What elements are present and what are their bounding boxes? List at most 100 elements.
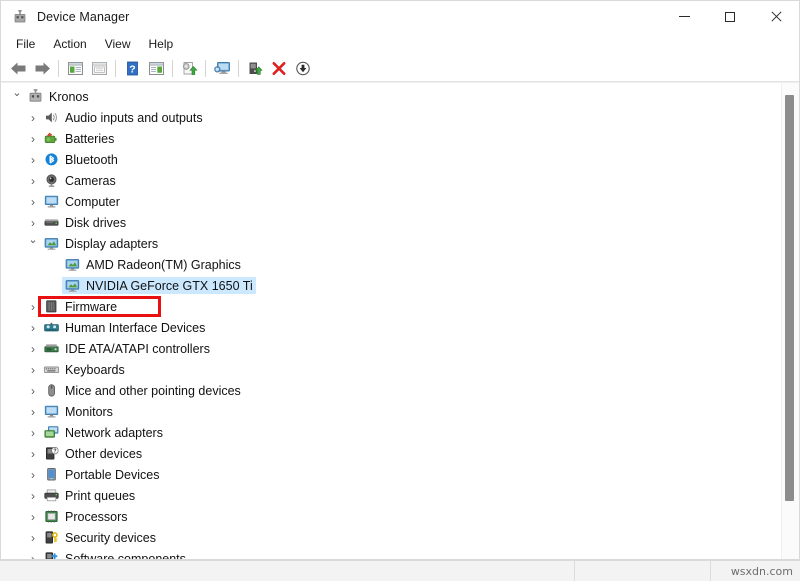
tree-item-content: Monitors xyxy=(41,403,116,420)
tree-item-content: Print queues xyxy=(41,487,138,504)
update-driver-button[interactable] xyxy=(177,57,201,79)
chevron-right-icon[interactable]: › xyxy=(25,196,41,208)
tree-item-firmware[interactable]: › Firmware xyxy=(1,296,782,317)
scan-hardware-changes-button[interactable] xyxy=(210,57,234,79)
maximize-button[interactable] xyxy=(707,1,753,32)
tree-item-content: Software components xyxy=(41,550,189,559)
tree-item-content: Computer xyxy=(41,193,123,210)
security-device-icon xyxy=(41,530,61,545)
chevron-right-icon[interactable]: › xyxy=(25,154,41,166)
tree-item-content: AMD Radeon(TM) Graphics xyxy=(62,256,244,273)
down-arrow-circle-icon xyxy=(295,61,311,76)
chevron-right-icon[interactable]: › xyxy=(25,469,41,481)
menu-file[interactable]: File xyxy=(7,34,44,54)
back-button[interactable] xyxy=(6,57,30,79)
tree-item-human-interface-devices[interactable]: ›Human Interface Devices xyxy=(1,317,782,338)
tree-item-print-queues[interactable]: › Print queues xyxy=(1,485,782,506)
show-hide-console-tree-button[interactable] xyxy=(63,57,87,79)
device-tree[interactable]: ⌄Kronos›Audio inputs and outputs›Batteri… xyxy=(1,83,782,559)
chevron-right-icon[interactable]: › xyxy=(25,448,41,460)
menu-action[interactable]: Action xyxy=(44,34,95,54)
chevron-right-icon[interactable]: › xyxy=(25,133,41,145)
tree-item-keyboards[interactable]: ›Keyboards xyxy=(1,359,782,380)
enable-device-icon xyxy=(246,61,264,76)
show-hide-action-pane-button[interactable] xyxy=(144,57,168,79)
title-bar: Device Manager xyxy=(1,1,799,32)
monitor-icon xyxy=(41,404,61,419)
chevron-right-icon[interactable]: › xyxy=(25,343,41,355)
tree-item-content: Display adapters xyxy=(41,235,161,252)
forward-button[interactable] xyxy=(30,57,54,79)
keyboard-icon xyxy=(41,362,61,377)
menu-help[interactable]: Help xyxy=(140,34,183,54)
tree-item-other-devices[interactable]: ›?Other devices xyxy=(1,443,782,464)
tree-item-mice-and-other-pointing-devices[interactable]: ›Mice and other pointing devices xyxy=(1,380,782,401)
tree-item-monitors[interactable]: ›Monitors xyxy=(1,401,782,422)
chevron-right-icon[interactable]: › xyxy=(25,175,41,187)
vertical-scrollbar[interactable] xyxy=(781,83,799,559)
chevron-right-icon[interactable]: › xyxy=(25,427,41,439)
title-bar-left: Device Manager xyxy=(1,9,129,25)
firmware-chip-icon xyxy=(41,299,61,314)
chevron-right-icon[interactable]: › xyxy=(25,112,41,124)
chevron-right-icon[interactable]: › xyxy=(25,490,41,502)
monitor-icon xyxy=(41,194,61,209)
chevron-right-icon[interactable]: › xyxy=(25,406,41,418)
tree-item-security-devices[interactable]: ›Security devices xyxy=(1,527,782,548)
network-adapter-icon xyxy=(41,425,61,440)
tree-item-label: Print queues xyxy=(61,489,135,503)
close-button[interactable] xyxy=(753,1,799,32)
tree-item-cameras[interactable]: ›Cameras xyxy=(1,170,782,191)
tree-item-kronos[interactable]: ⌄ Kronos xyxy=(1,86,782,107)
tree-item-label: IDE ATA/ATAPI controllers xyxy=(61,342,210,356)
tree-item-bluetooth[interactable]: ›Bluetooth xyxy=(1,149,782,170)
tree-item-processors[interactable]: ›Processors xyxy=(1,506,782,527)
tree-item-label: Portable Devices xyxy=(61,468,160,482)
tree-item-portable-devices[interactable]: › Portable Devices xyxy=(1,464,782,485)
chevron-down-icon[interactable]: ⌄ xyxy=(25,235,41,246)
tree-item-batteries[interactable]: › Batteries xyxy=(1,128,782,149)
tree-item-label: Kronos xyxy=(45,90,89,104)
tree-item-audio-inputs-and-outputs[interactable]: ›Audio inputs and outputs xyxy=(1,107,782,128)
chevron-right-icon[interactable]: › xyxy=(25,217,41,229)
tree-item-label: NVIDIA GeForce GTX 1650 Ti xyxy=(82,279,253,293)
tree-item-amd-radeon-graphics[interactable]: AMD Radeon(TM) Graphics xyxy=(1,254,782,275)
tree-item-nvidia-geforce-gtx-1650-ti[interactable]: NVIDIA GeForce GTX 1650 Ti xyxy=(1,275,782,296)
toolbar-separator xyxy=(58,60,59,77)
tree-item-label: Firmware xyxy=(61,300,117,314)
tree-item-label: Other devices xyxy=(61,447,142,461)
chevron-right-icon[interactable]: › xyxy=(25,532,41,544)
chevron-right-icon[interactable]: › xyxy=(25,511,41,523)
battery-icon xyxy=(41,131,61,146)
computer-tower-icon xyxy=(25,89,45,104)
minimize-button[interactable] xyxy=(661,1,707,32)
tree-item-computer[interactable]: ›Computer xyxy=(1,191,782,212)
tree-item-network-adapters[interactable]: ›Network adapters xyxy=(1,422,782,443)
ide-controller-icon xyxy=(41,341,61,356)
toolbar-separator xyxy=(238,60,239,77)
uninstall-device-button[interactable] xyxy=(267,57,291,79)
chevron-right-icon[interactable]: › xyxy=(25,385,41,397)
tree-item-ide-ata-atapi-controllers[interactable]: › IDE ATA/ATAPI controllers xyxy=(1,338,782,359)
help-button[interactable]: ? xyxy=(120,57,144,79)
disable-device-button[interactable] xyxy=(291,57,315,79)
menu-view[interactable]: View xyxy=(96,34,140,54)
tree-item-content: NVIDIA GeForce GTX 1650 Ti xyxy=(62,277,256,294)
update-driver-icon xyxy=(180,61,198,76)
tree-item-label: Disk drives xyxy=(61,216,126,230)
tree-item-disk-drives[interactable]: › Disk drives xyxy=(1,212,782,233)
enable-device-button[interactable] xyxy=(243,57,267,79)
chevron-right-icon[interactable]: › xyxy=(25,553,41,560)
other-device-icon: ? xyxy=(41,446,61,461)
chevron-right-icon[interactable]: › xyxy=(25,364,41,376)
properties-button[interactable] xyxy=(87,57,111,79)
tree-item-software-components[interactable]: ›Software components xyxy=(1,548,782,559)
tree-item-content: Kronos xyxy=(25,88,92,105)
chevron-down-icon[interactable]: ⌄ xyxy=(9,88,25,99)
chevron-right-icon[interactable]: › xyxy=(25,301,41,313)
chevron-right-icon[interactable]: › xyxy=(25,322,41,334)
scrollbar-thumb[interactable] xyxy=(785,95,794,501)
tree-item-label: Batteries xyxy=(61,132,114,146)
toolbar-separator xyxy=(205,60,206,77)
tree-item-display-adapters[interactable]: ⌄Display adapters xyxy=(1,233,782,254)
